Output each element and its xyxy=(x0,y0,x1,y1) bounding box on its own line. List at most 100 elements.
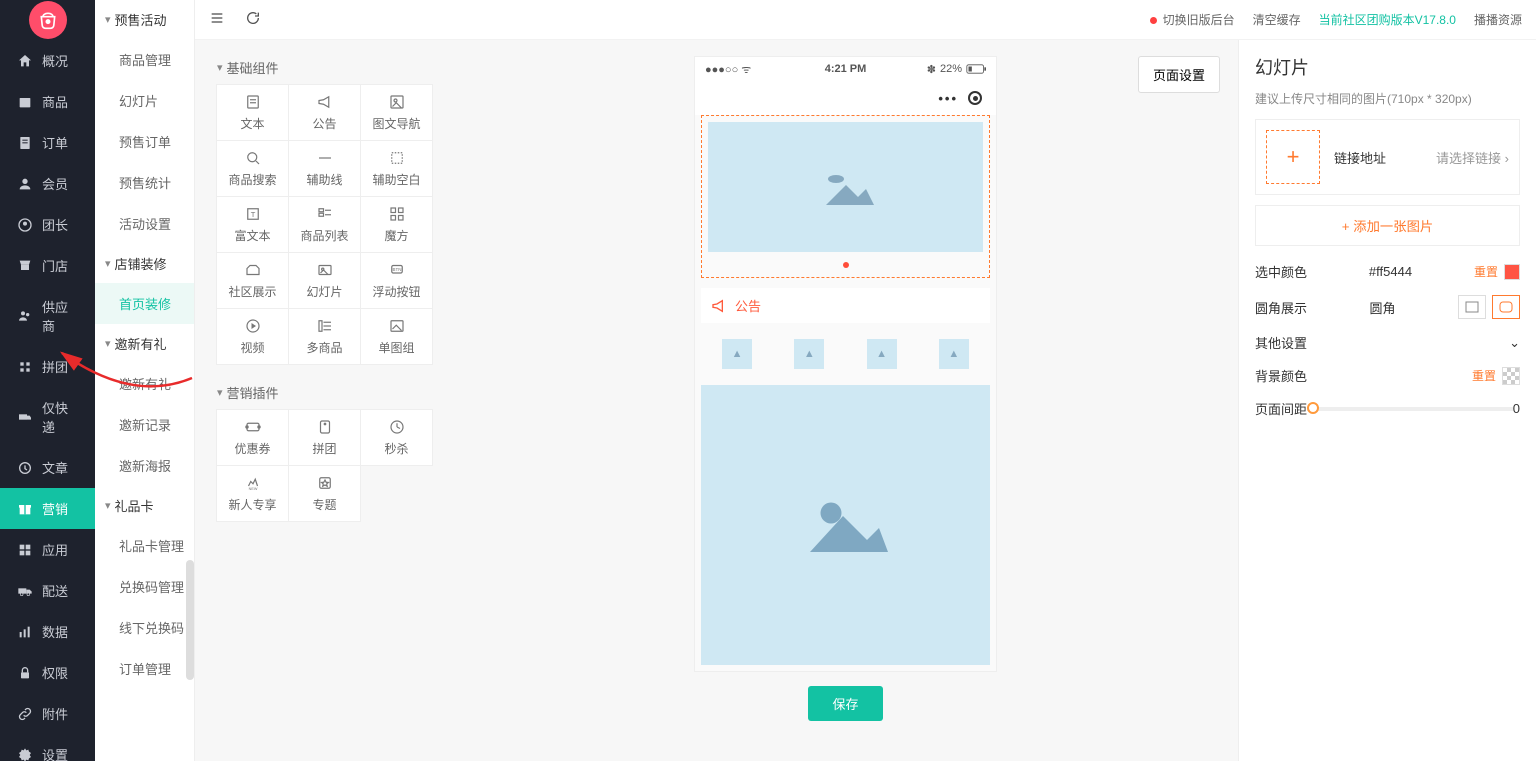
subnav-item[interactable]: 预售统计 xyxy=(95,162,194,203)
subnav-item[interactable]: 幻灯片 xyxy=(95,80,194,121)
palette-item[interactable]: 辅助线 xyxy=(288,140,361,197)
palette-item[interactable]: 幻灯片 xyxy=(288,252,361,309)
image-item-row: + 链接地址 请选择链接 › xyxy=(1255,119,1520,195)
subnav-item[interactable]: 邀新记录 xyxy=(95,404,194,445)
subnav-item[interactable]: 预售订单 xyxy=(95,121,194,162)
reset-color[interactable]: 重置 xyxy=(1474,263,1498,280)
nav-delivery[interactable]: 配送 xyxy=(0,570,95,611)
nav-marketing[interactable]: 营销 xyxy=(0,488,95,529)
broadcast-link[interactable]: 播播资源 xyxy=(1474,11,1522,28)
palette-item[interactable]: 图文导航 xyxy=(360,84,433,141)
bg-color-label: 背景颜色 xyxy=(1255,366,1307,385)
sub-nav: ▾预售活动 商品管理 幻灯片 预售订单 预售统计 活动设置 ▾店铺装修 首页装修… xyxy=(95,0,195,761)
color-swatch[interactable] xyxy=(1504,264,1520,280)
nav-article[interactable]: 文章 xyxy=(0,447,95,488)
palette-item[interactable]: 秒杀 xyxy=(360,409,433,466)
gap-slider[interactable] xyxy=(1307,407,1513,411)
component-icon xyxy=(388,149,406,167)
menu-toggle-icon[interactable] xyxy=(209,10,225,29)
target-icon[interactable] xyxy=(968,91,982,105)
more-icon[interactable]: ••• xyxy=(938,91,958,106)
palette-item[interactable]: 文本 xyxy=(216,84,289,141)
scrollbar-thumb[interactable] xyxy=(186,560,194,680)
logo-icon xyxy=(29,1,67,39)
palette-item[interactable]: 公告 xyxy=(288,84,361,141)
add-image-box[interactable]: + xyxy=(1266,130,1320,184)
subnav-item-home-decor[interactable]: 首页装修 xyxy=(95,283,194,324)
refresh-icon[interactable] xyxy=(245,10,261,29)
image-component[interactable] xyxy=(701,385,990,665)
link-select[interactable]: 请选择链接 › xyxy=(1436,148,1509,167)
nav-overview[interactable]: 概况 xyxy=(0,40,95,81)
express-icon xyxy=(16,408,34,426)
icon-nav-component[interactable]: ▲▲▲▲ xyxy=(695,329,996,379)
round-corner-button[interactable] xyxy=(1492,295,1520,319)
selected-color-value: #ff5444 xyxy=(1369,264,1412,279)
nav-supplier[interactable]: 供应商 xyxy=(0,286,95,346)
component-icon xyxy=(316,149,334,167)
palette-item[interactable]: 辅助空白 xyxy=(360,140,433,197)
nav-store[interactable]: 门店 xyxy=(0,245,95,286)
component-icon: NEW xyxy=(244,474,262,492)
nav-orders[interactable]: 订单 xyxy=(0,122,95,163)
nav-attachment[interactable]: 附件 xyxy=(0,693,95,734)
clear-cache-link[interactable]: 清空缓存 xyxy=(1253,11,1301,28)
nav-group[interactable]: 拼团 xyxy=(0,346,95,387)
subnav-item[interactable]: 邀新海报 xyxy=(95,445,194,486)
palette-item[interactable]: 魔方 xyxy=(360,196,433,253)
main-nav: 概况 商品 订单 会员 团长 门店 供应商 拼团 仅快递 文章 营销 应用 配送… xyxy=(0,0,95,761)
subnav-group-giftcard[interactable]: ▾礼品卡 xyxy=(95,486,194,525)
subnav-item[interactable]: 礼品卡管理 xyxy=(95,525,194,566)
subnav-group-decor[interactable]: ▾店铺装修 xyxy=(95,244,194,283)
component-icon xyxy=(244,149,262,167)
component-icon xyxy=(388,317,406,335)
subnav-item[interactable]: 兑换码管理 xyxy=(95,566,194,607)
palette-item[interactable]: NEW新人专享 xyxy=(216,465,289,522)
nav-permission[interactable]: 权限 xyxy=(0,652,95,693)
palette-item[interactable]: 单图组 xyxy=(360,308,433,365)
palette-item[interactable]: 商品列表 xyxy=(288,196,361,253)
nav-app[interactable]: 应用 xyxy=(0,529,95,570)
palette-section-basic[interactable]: ▾基础组件 xyxy=(217,58,443,77)
nav-settings[interactable]: 设置 xyxy=(0,734,95,775)
palette-item[interactable]: 社区展示 xyxy=(216,252,289,309)
subnav-item[interactable]: 线下兑换码 xyxy=(95,607,194,648)
nav-data[interactable]: 数据 xyxy=(0,611,95,652)
nav-leader[interactable]: 团长 xyxy=(0,204,95,245)
palette-item[interactable]: 商品搜索 xyxy=(216,140,289,197)
palette-section-marketing[interactable]: ▾营销插件 xyxy=(217,383,443,402)
nav-members[interactable]: 会员 xyxy=(0,163,95,204)
nav-goods[interactable]: 商品 xyxy=(0,81,95,122)
component-icon xyxy=(316,474,334,492)
subnav-item[interactable]: 商品管理 xyxy=(95,39,194,80)
subnav-item[interactable]: 邀新有礼 xyxy=(95,363,194,404)
notice-component[interactable]: 公告 xyxy=(701,288,990,323)
component-icon xyxy=(388,418,406,436)
chevron-down-icon: ⌄ xyxy=(1509,335,1520,351)
add-image-button[interactable]: + 添加一张图片 xyxy=(1255,205,1520,246)
page-settings-button[interactable]: 页面设置 xyxy=(1138,56,1220,93)
subnav-group-invite[interactable]: ▾邀新有礼 xyxy=(95,324,194,363)
square-corner-button[interactable] xyxy=(1458,295,1486,319)
palette-item[interactable]: 优惠券 xyxy=(216,409,289,466)
switch-old-link[interactable]: 切换旧版后台 xyxy=(1150,11,1235,28)
palette-item[interactable]: 拼团 xyxy=(288,409,361,466)
corner-value: 圆角 xyxy=(1370,298,1396,317)
palette-item[interactable]: 专题 xyxy=(288,465,361,522)
palette-item[interactable]: 多商品 xyxy=(288,308,361,365)
reset-bg[interactable]: 重置 xyxy=(1472,367,1496,384)
palette-item[interactable]: T富文本 xyxy=(216,196,289,253)
subnav-group-presale[interactable]: ▾预售活动 xyxy=(95,0,194,39)
palette-item[interactable]: BTN浮动按钮 xyxy=(360,252,433,309)
other-settings-header[interactable]: 其他设置 ⌄ xyxy=(1255,333,1520,352)
component-icon xyxy=(244,317,262,335)
subnav-item[interactable]: 活动设置 xyxy=(95,203,194,244)
nav-express[interactable]: 仅快递 xyxy=(0,387,95,447)
slideshow-component[interactable] xyxy=(701,115,990,278)
store-icon xyxy=(16,257,34,275)
palette-item[interactable]: 视频 xyxy=(216,308,289,365)
component-icon xyxy=(316,317,334,335)
save-button[interactable]: 保存 xyxy=(808,686,882,721)
subnav-item[interactable]: 订单管理 xyxy=(95,648,194,689)
bg-swatch[interactable] xyxy=(1502,367,1520,385)
